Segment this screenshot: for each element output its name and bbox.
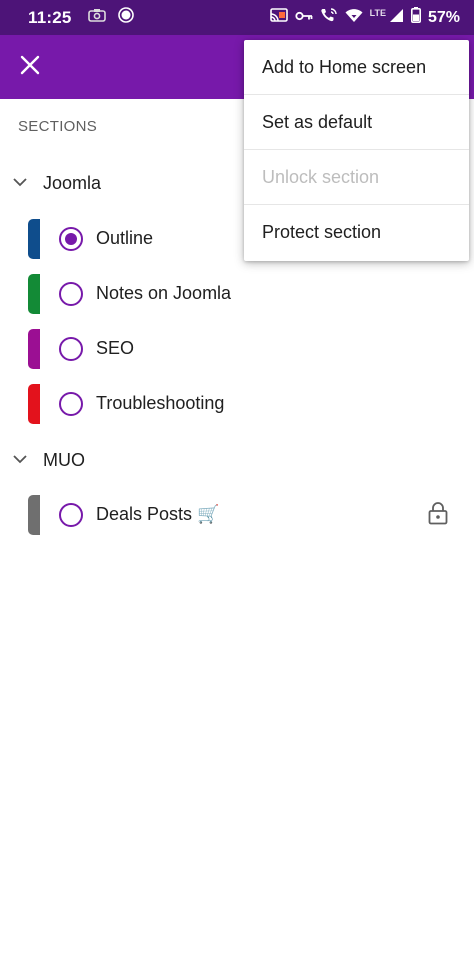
lock-icon [428, 501, 448, 530]
section-label: Troubleshooting [96, 393, 225, 413]
section-color-tab [28, 274, 40, 314]
section-row-notes-on-joomla[interactable]: Notes on Joomla [0, 266, 474, 322]
status-bar: 11:25 LTE 57% [0, 0, 474, 35]
section-label: SEO [96, 338, 135, 358]
section-label: Deals Posts 🛒 [96, 504, 220, 524]
sections-heading: SECTIONS [18, 118, 98, 135]
notebook-group-name: MUO [43, 449, 85, 470]
section-radio[interactable] [59, 337, 83, 361]
battery-percent: 57% [427, 8, 460, 26]
cast-icon [269, 8, 288, 27]
record-icon [117, 7, 134, 28]
section-radio[interactable] [59, 503, 83, 527]
status-time: 11:25 [28, 7, 72, 27]
section-radio[interactable] [59, 392, 83, 416]
section-radio[interactable] [59, 282, 83, 306]
section-label: Outline [96, 228, 154, 248]
menu-item-protect-section[interactable]: Protect section [244, 205, 469, 260]
section-row-deals-posts[interactable]: Deals Posts 🛒 [0, 487, 474, 543]
notebook-group-muo[interactable]: MUO [0, 432, 474, 488]
network-type-label: LTE [369, 7, 386, 18]
section-color-tab [28, 329, 40, 369]
menu-item-unlock-section: Unlock section [244, 150, 469, 205]
close-icon [20, 55, 40, 80]
section-color-tab [28, 384, 40, 424]
menu-item-add-to-home-screen[interactable]: Add to Home screen [244, 40, 469, 95]
signal-icon [389, 8, 404, 28]
chevron-down-icon [12, 451, 28, 472]
close-button[interactable] [12, 49, 48, 85]
section-label: Notes on Joomla [96, 283, 232, 303]
wifi-calling-icon [320, 7, 338, 28]
camera-icon [87, 8, 106, 27]
menu-item-set-as-default[interactable]: Set as default [244, 95, 469, 150]
section-color-tab [28, 219, 40, 259]
section-radio-selected[interactable] [59, 227, 83, 251]
section-row-seo[interactable]: SEO [0, 321, 474, 377]
overflow-menu: Add to Home screen Set as default Unlock… [244, 40, 469, 261]
chevron-down-icon [12, 174, 28, 195]
section-color-tab [28, 495, 40, 535]
notebook-group-name: Joomla [43, 172, 102, 193]
battery-icon [410, 7, 421, 28]
section-row-troubleshooting[interactable]: Troubleshooting [0, 376, 474, 432]
wifi-icon [345, 8, 363, 28]
vpn-key-icon [295, 9, 313, 27]
